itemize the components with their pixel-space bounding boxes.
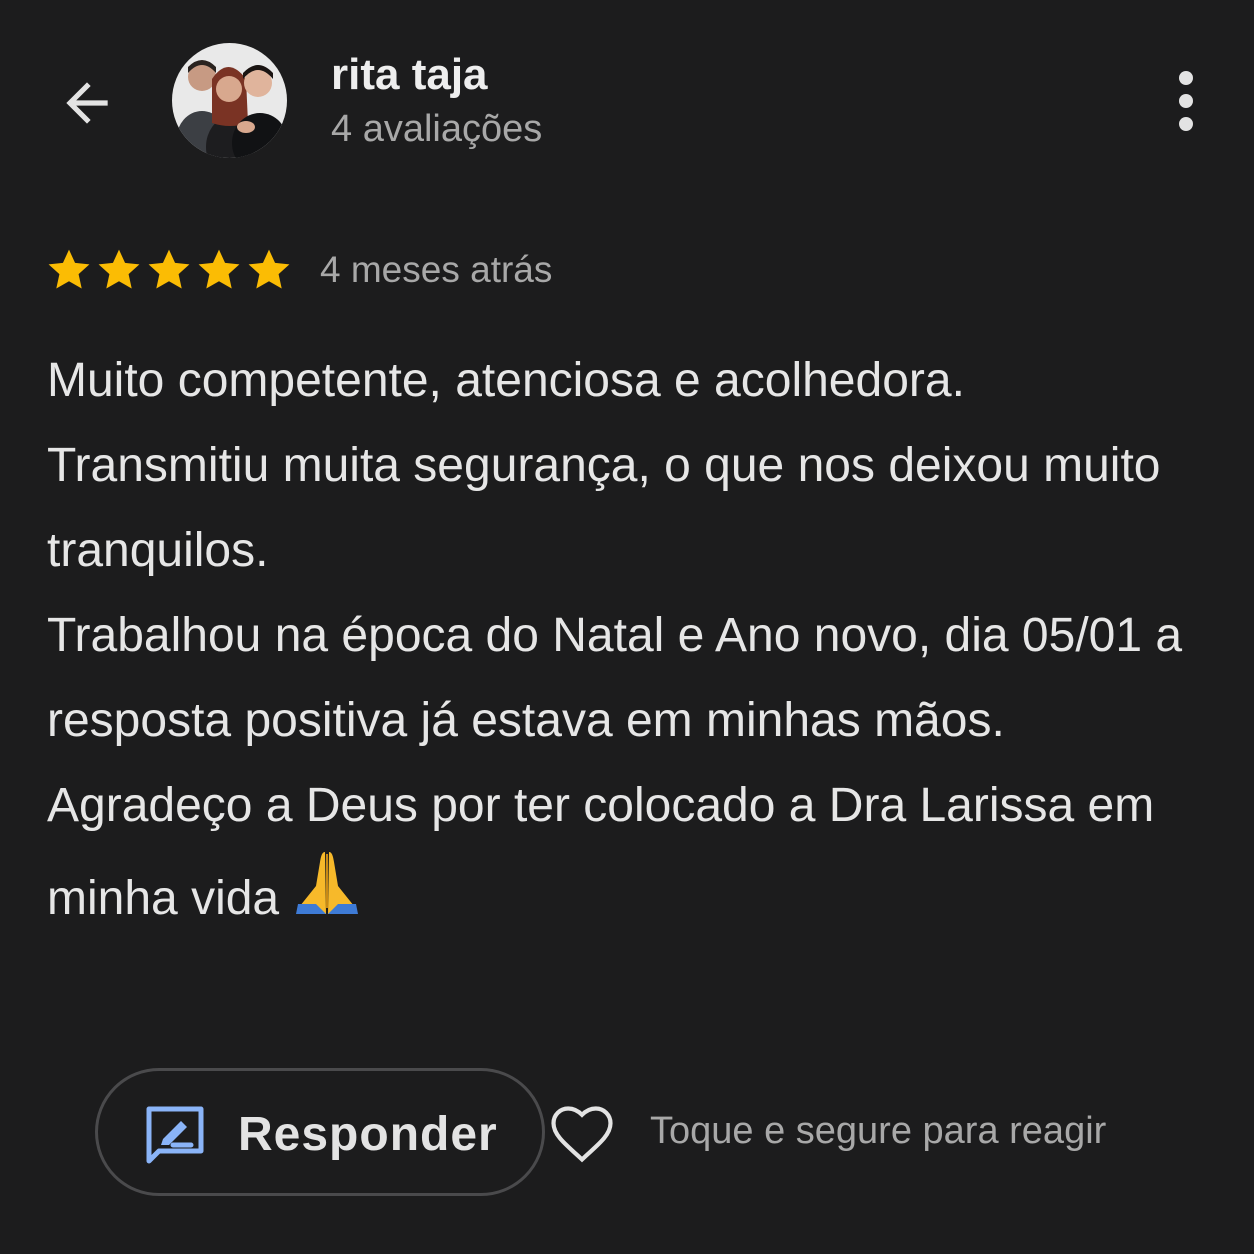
praying-hands-emoji xyxy=(296,852,359,914)
review-header: rita taja 4 avaliações xyxy=(0,0,1254,200)
avatar-photo xyxy=(172,43,287,158)
reply-edit-icon xyxy=(146,1106,204,1164)
review-time: 4 meses atrás xyxy=(320,249,553,290)
review-actions: Responder Toque e segure para reagir xyxy=(0,1060,1254,1210)
rating-row: 4 meses atrás xyxy=(44,240,552,300)
review-text: Muito competente, atenciosa e acolhedora… xyxy=(47,354,1183,925)
back-button[interactable] xyxy=(52,68,122,138)
star-icon xyxy=(248,249,290,289)
review-body: Muito competente, atenciosa e acolhedora… xyxy=(47,338,1232,945)
more-vertical-icon xyxy=(1179,71,1193,131)
star-rating xyxy=(44,245,294,295)
react-heart-button[interactable] xyxy=(546,1098,618,1170)
react-hint: Toque e segure para reagir xyxy=(650,1110,1107,1152)
reply-button[interactable]: Responder xyxy=(95,1068,545,1196)
user-name[interactable]: rita taja xyxy=(331,50,488,100)
reply-label: Responder xyxy=(238,1108,498,1161)
star-icon xyxy=(198,249,240,289)
star-icon xyxy=(98,249,140,289)
review-count: 4 avaliações xyxy=(331,108,543,150)
star-icon xyxy=(148,249,190,289)
praying-hands-icon xyxy=(292,848,362,945)
more-options-button[interactable] xyxy=(1160,65,1212,137)
heart-outline-icon xyxy=(551,1106,613,1163)
star-icon xyxy=(48,249,90,289)
avatar[interactable] xyxy=(172,43,287,158)
arrow-back-icon xyxy=(66,82,108,124)
